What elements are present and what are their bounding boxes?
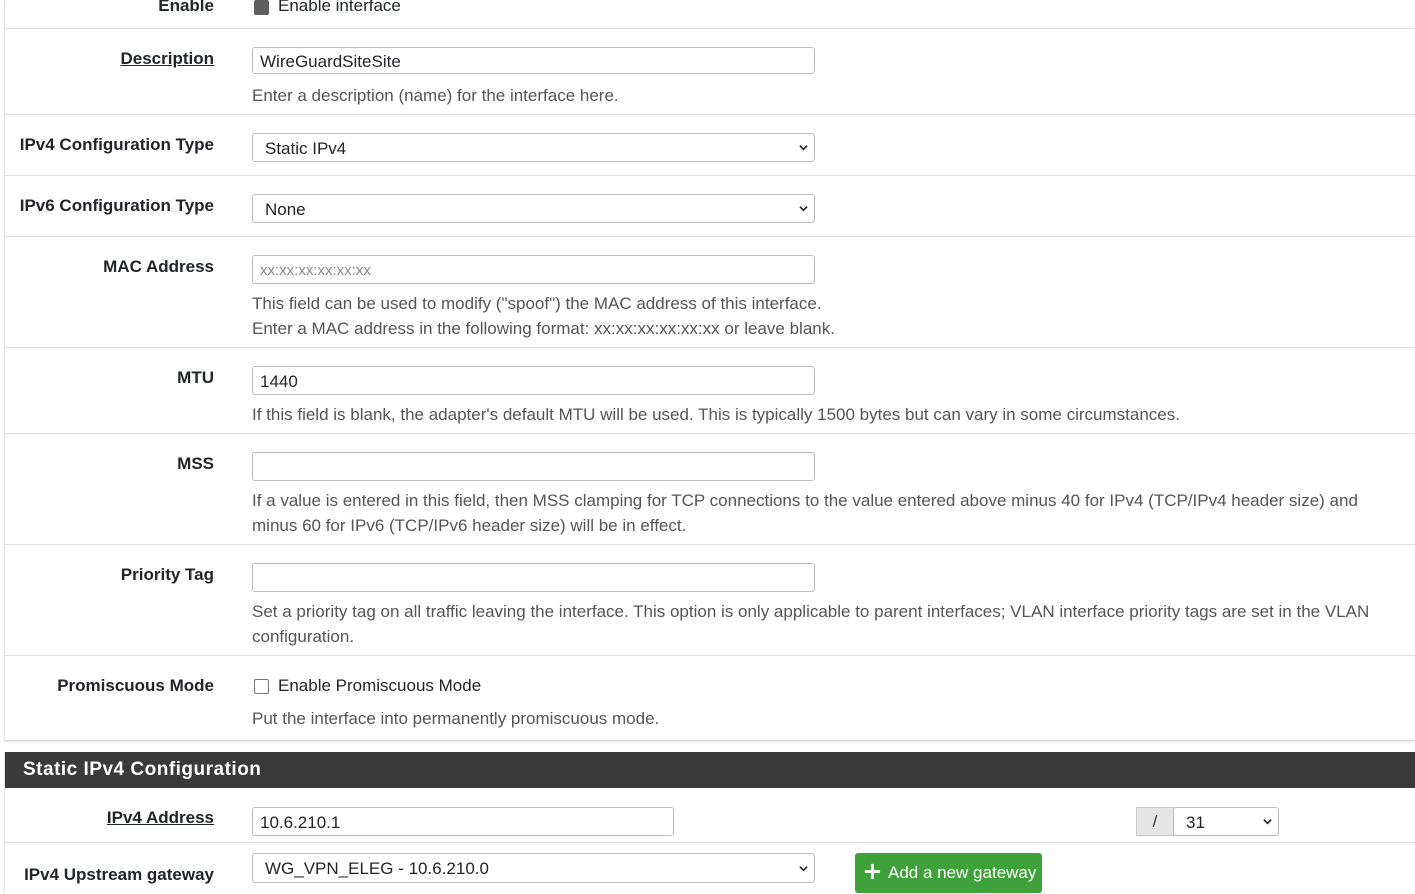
promisc-help: Put the interface into permanently promi… (252, 709, 660, 728)
cidr-slash: / (1136, 807, 1174, 836)
ipv4-type-select[interactable]: Static IPv4 (252, 133, 815, 162)
description-input[interactable]: WireGuardSiteSite (252, 47, 815, 74)
mss-help-2: minus 60 for IPv6 (TCP/IPv6 header size)… (252, 516, 687, 535)
ipv6-type-row: IPv6 Configuration Type None (5, 175, 1415, 237)
add-gateway-label: Add a new gateway (888, 863, 1037, 882)
mss-row: MSS If a value is entered in this field,… (5, 433, 1415, 545)
mtu-row: MTU 1440 If this field is blank, the ada… (5, 347, 1415, 434)
promisc-label: Promiscuous Mode (57, 676, 214, 695)
chevron-down-icon (799, 206, 808, 212)
mac-row: MAC Address xx:xx:xx:xx:xx:xx This field… (5, 236, 1415, 348)
enable-label: Enable (158, 0, 214, 15)
priority-help-2: configuration. (252, 627, 355, 646)
priority-help-1: Set a priority tag on all traffic leavin… (252, 602, 1370, 621)
chevron-down-icon (799, 866, 808, 872)
priority-label: Priority Tag (120, 565, 214, 584)
mss-label: MSS (177, 454, 214, 473)
priority-input[interactable] (252, 563, 815, 592)
description-row: Description WireGuardSiteSite Enter a de… (5, 28, 1415, 115)
ipv4-gateway-value: WG_VPN_ELEG - 10.6.210.0 (265, 859, 489, 878)
ipv4-type-value: Static IPv4 (265, 139, 347, 158)
mac-label: MAC Address (103, 257, 214, 276)
mtu-label: MTU (177, 368, 214, 387)
ipv6-type-label: IPv6 Configuration Type (19, 196, 214, 215)
ipv4-gateway-label: IPv4 Upstream gateway (24, 865, 214, 884)
ipv4-gateway-row: IPv4 Upstream gateway WG_VPN_ELEG - 10.6… (5, 842, 1415, 894)
ipv4-address-input[interactable]: 10.6.210.1 (252, 807, 674, 836)
promisc-checkbox-label: Enable Promiscuous Mode (278, 676, 482, 695)
add-gateway-button[interactable]: Add a new gateway (855, 853, 1043, 893)
ipv6-type-select[interactable]: None (252, 194, 815, 223)
mac-help-2: Enter a MAC address in the following for… (252, 319, 835, 338)
mac-help-1: This field can be used to modify ("spoof… (252, 294, 822, 313)
plus-icon (864, 863, 881, 880)
static-ipv4-header: Static IPv4 Configuration (5, 752, 1415, 788)
chevron-down-icon (1263, 819, 1272, 825)
ipv4-gateway-select[interactable]: WG_VPN_ELEG - 10.6.210.0 (252, 853, 815, 883)
mac-input[interactable]: xx:xx:xx:xx:xx:xx (252, 255, 815, 284)
interface-config-panel: Enable Enable interface Description Wire… (4, 0, 1415, 741)
ipv6-type-value: None (265, 200, 306, 219)
cidr-value: 31 (1186, 813, 1205, 832)
mss-input[interactable] (252, 452, 815, 481)
description-help: Enter a description (name) for the inter… (252, 86, 619, 105)
enable-row: Enable Enable interface (5, 0, 1415, 28)
cidr-select[interactable]: 31 (1173, 807, 1279, 836)
ipv4-type-label: IPv4 Configuration Type (19, 135, 214, 154)
enable-checkbox[interactable] (254, 0, 269, 15)
mss-help-1: If a value is entered in this field, the… (252, 491, 1358, 510)
mtu-input[interactable]: 1440 (252, 366, 815, 395)
priority-row: Priority Tag Set a priority tag on all t… (5, 544, 1415, 656)
description-label: Description (120, 49, 214, 68)
mtu-help: If this field is blank, the adapter's de… (252, 405, 1180, 424)
promisc-row: Promiscuous Mode Enable Promiscuous Mode… (5, 655, 1415, 741)
ipv4-address-label: IPv4 Address (106, 808, 214, 827)
chevron-down-icon (799, 145, 808, 151)
promisc-checkbox[interactable] (254, 679, 269, 694)
ipv4-address-row: IPv4 Address 10.6.210.1 / 31 (5, 788, 1415, 842)
ipv4-type-row: IPv4 Configuration Type Static IPv4 (5, 114, 1415, 176)
enable-checkbox-label: Enable interface (278, 0, 401, 15)
static-ipv4-panel: Static IPv4 Configuration IPv4 Address 1… (4, 752, 1415, 893)
